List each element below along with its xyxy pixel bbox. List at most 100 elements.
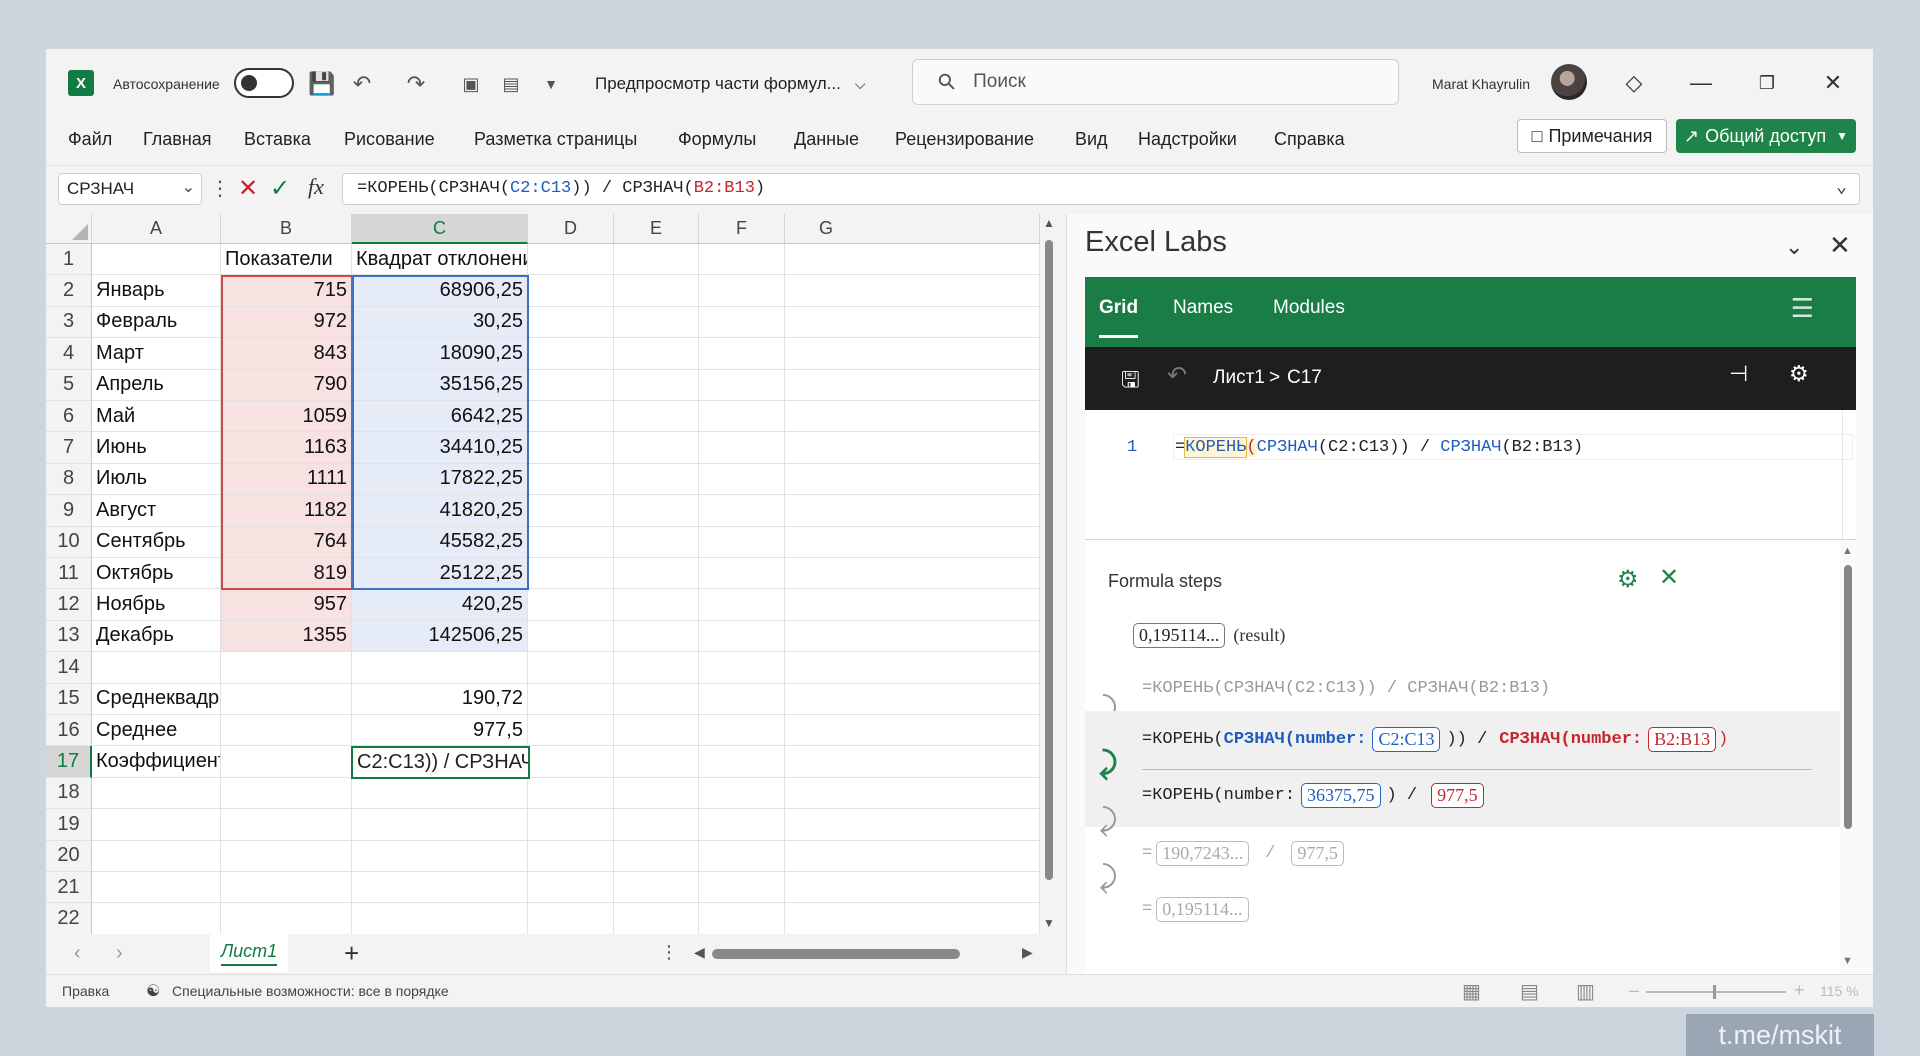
cell-f22[interactable] (699, 903, 785, 935)
cell-g4[interactable] (785, 338, 1040, 370)
restore-icon[interactable]: ❐ (1749, 67, 1785, 99)
search-input[interactable]: Поиск (973, 71, 1026, 93)
expand-formula-bar-icon[interactable]: ⌄ (1836, 176, 1847, 198)
cell-e12[interactable] (614, 589, 699, 621)
cell-d17[interactable] (528, 746, 614, 778)
menu-icon[interactable]: ☰ (1791, 293, 1814, 324)
row-header[interactable]: 17 (46, 746, 92, 778)
row-header[interactable]: 1 (46, 244, 92, 276)
camera-icon[interactable]: ▣ (456, 69, 486, 99)
cell-c22[interactable] (352, 903, 528, 935)
tab-formulas[interactable]: Формулы (678, 129, 756, 150)
cell-d18[interactable] (528, 777, 614, 810)
tab-file[interactable]: Файл (68, 129, 112, 150)
cell-b18[interactable] (221, 777, 352, 810)
cell-c4[interactable]: 18090,25 (352, 338, 528, 370)
cell-e13[interactable] (614, 620, 699, 653)
cell-b17[interactable] (221, 746, 352, 778)
step5-arg1[interactable]: 0,195114... (1156, 897, 1249, 922)
cell-d22[interactable] (528, 903, 614, 935)
cell-f13[interactable] (699, 620, 785, 653)
cell-c1[interactable]: Квадрат отклонения (352, 244, 528, 276)
close-icon[interactable]: ✕ (1659, 563, 1679, 592)
cancel-icon[interactable]: ✕ (238, 174, 258, 203)
cell-e17[interactable] (614, 746, 699, 778)
cell-c7[interactable]: 34410,25 (352, 432, 528, 464)
next-sheet-icon[interactable]: › (116, 942, 123, 965)
cell-c12[interactable]: 420,25 (352, 589, 528, 621)
cell-b10[interactable]: 764 (221, 526, 352, 558)
cell-g20[interactable] (785, 840, 1040, 872)
formula-editor[interactable]: 1 =КОРЕНЬ(СРЗНАЧ(C2:C13)) / СРЗНАЧ(B2:B1… (1085, 410, 1856, 540)
cell-f2[interactable] (699, 275, 785, 307)
scroll-left-icon[interactable]: ◀ (694, 944, 705, 961)
row-header[interactable]: 9 (46, 495, 92, 527)
close-icon[interactable]: ✕ (1815, 67, 1851, 99)
column-header-a[interactable]: A (92, 214, 221, 244)
cell-c21[interactable] (352, 872, 528, 904)
cell-a21[interactable] (92, 872, 221, 904)
cell-e18[interactable] (614, 777, 699, 810)
cell-g19[interactable] (785, 809, 1040, 841)
row-header[interactable]: 2 (46, 275, 92, 307)
step-formula-next[interactable]: =КОРЕНЬ(number: 36375,75 ) / 977,5 (1142, 783, 1484, 808)
cell-c18[interactable] (352, 777, 528, 810)
row-header[interactable]: 21 (46, 872, 92, 904)
cell-c5[interactable]: 35156,25 (352, 369, 528, 401)
cell-g5[interactable] (785, 369, 1040, 401)
cell-b3[interactable]: 972 (221, 306, 352, 339)
enter-icon[interactable]: ✓ (270, 174, 290, 203)
zoom-level[interactable]: 115 % (1820, 983, 1859, 999)
cell-b16[interactable] (221, 715, 352, 747)
cell-d20[interactable] (528, 840, 614, 872)
cell-b13[interactable]: 1355 (221, 620, 352, 653)
cell-d5[interactable] (528, 369, 614, 401)
cell-f8[interactable] (699, 463, 785, 496)
breadcrumb-cell[interactable]: C17 (1287, 367, 1322, 389)
cell-f9[interactable] (699, 495, 785, 527)
cell-d1[interactable] (528, 244, 614, 276)
cell-g1[interactable] (785, 244, 1040, 276)
cell-e19[interactable] (614, 809, 699, 841)
cell-c10[interactable]: 45582,25 (352, 526, 528, 558)
document-title[interactable]: Предпросмотр части формул... ⌵ (595, 69, 865, 99)
cell-b15[interactable] (221, 683, 352, 715)
cell-a7[interactable]: Июнь (92, 432, 221, 464)
tab-modules[interactable]: Modules (1273, 297, 1345, 319)
cell-d16[interactable] (528, 715, 614, 747)
chevron-down-icon[interactable]: ▼ (1836, 129, 1848, 143)
row-header[interactable]: 10 (46, 526, 92, 558)
step-formula-current[interactable]: =КОРЕНЬ( СРЗНАЧ(number: C2:C13 )) / СРЗН… (1142, 727, 1728, 752)
cell-d12[interactable] (528, 589, 614, 621)
accessibility-status[interactable]: Специальные возможности: все в порядке (172, 983, 449, 999)
pin-icon[interactable]: ⊣ (1729, 361, 1748, 387)
tab-page-layout[interactable]: Разметка страницы (474, 129, 637, 150)
cell-f7[interactable] (699, 432, 785, 464)
cell-d21[interactable] (528, 872, 614, 904)
cell-e10[interactable] (614, 526, 699, 558)
cell-e4[interactable] (614, 338, 699, 370)
cell-a5[interactable]: Апрель (92, 369, 221, 401)
cell-c8[interactable]: 17822,25 (352, 463, 528, 496)
step3-arg2[interactable]: 977,5 (1431, 783, 1484, 808)
cell-a10[interactable]: Сентябрь (92, 526, 221, 558)
row-header[interactable]: 13 (46, 620, 92, 653)
cell-f19[interactable] (699, 809, 785, 841)
close-icon[interactable]: ✕ (1829, 230, 1851, 261)
share-button[interactable]: ↗ Общий доступ ▼ (1676, 119, 1856, 153)
cell-g2[interactable] (785, 275, 1040, 307)
autosave-toggle[interactable] (234, 68, 294, 98)
scroll-up-icon[interactable]: ▲ (1043, 216, 1055, 230)
step2-arg2[interactable]: B2:B13 (1648, 727, 1717, 752)
debug-icon[interactable]: ⚙ (1789, 361, 1809, 387)
row-header[interactable]: 15 (46, 683, 92, 715)
zoom-slider-thumb[interactable] (1713, 985, 1716, 999)
row-header[interactable]: 18 (46, 777, 92, 810)
tab-data[interactable]: Данные (794, 129, 859, 150)
cell-f3[interactable] (699, 306, 785, 339)
breadcrumb-sheet[interactable]: Лист1 (1213, 367, 1265, 389)
cell-a15[interactable]: Среднеквадр. отклонение (92, 683, 221, 715)
cell-f14[interactable] (699, 652, 785, 684)
scroll-up-icon[interactable]: ▲ (1842, 545, 1853, 557)
cell-f15[interactable] (699, 683, 785, 715)
